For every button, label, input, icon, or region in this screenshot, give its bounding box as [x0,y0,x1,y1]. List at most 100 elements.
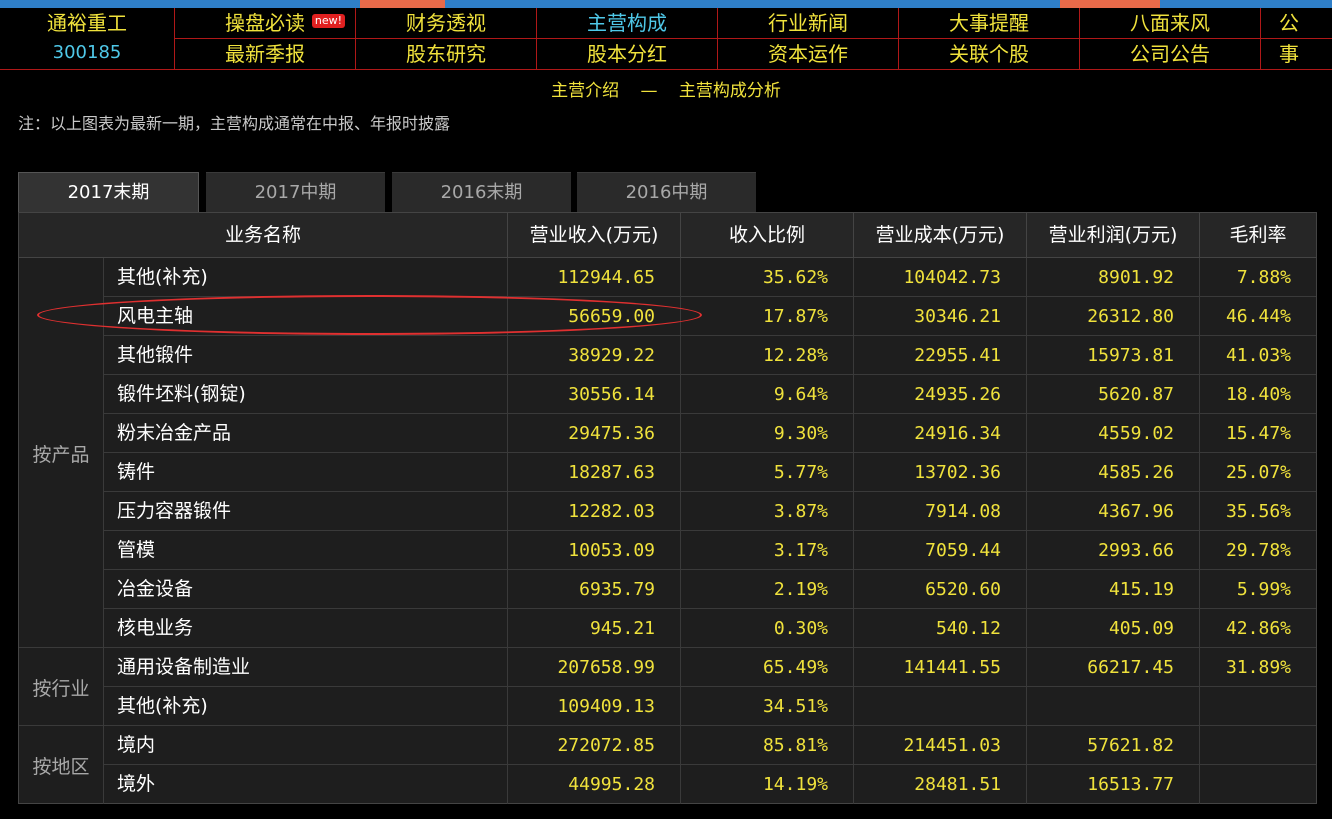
nav-item-hangye[interactable]: 行业新闻 [718,8,899,39]
stock-name: 通裕重工 [47,11,127,35]
nav-item-bamian[interactable]: 八面来风 [1080,8,1261,39]
value-cell: 7.88% [1236,267,1291,288]
nav-row-1: 操盘必读 new! 财务透视 主营构成 行业新闻 大事提醒 八面来风 公 [175,8,1332,39]
value-cell: 28481.51 [854,765,1027,804]
value-cell: 945.21 [508,609,681,648]
tab-2017-interim[interactable]: 2017中期 [206,172,385,212]
value-cell: 85.81% [681,726,854,765]
value-cell: 15.47% [1225,423,1291,444]
nav-item-gonggao[interactable]: 公司公告 [1080,39,1261,70]
value-cell: 4559.02 [1027,414,1200,453]
row-group: 按地区 境内 272072.85 85.81% 214451.03 57621.82 境外 4… [19,726,1316,804]
table-row: 压力容器锻件 12282.03 3.87% 7914.08 4367.96 35.56% [104,492,1316,531]
value-cell: 35.62% [681,258,854,297]
value-cell: 26312.80 [1027,297,1200,336]
value-cell: 17.87% [681,297,854,336]
header-revenue-ratio: 收入比例 [681,213,854,258]
subtitle-analysis-link[interactable]: 主营构成分析 [679,81,781,101]
new-badge: new! [311,14,345,28]
table-row: 粉末冶金产品 29475.36 9.30% 24916.34 4559.02 15.47% [104,414,1316,453]
nav-item-caiwu[interactable]: 财务透视 [356,8,537,39]
group-label: 按行业 [19,648,104,726]
value-cell: 4585.26 [1027,453,1200,492]
value-cell: 15973.81 [1027,336,1200,375]
value-cell: 24935.26 [854,375,1027,414]
value-cell: 16513.77 [1027,765,1200,804]
value-cell: 5.99% [1236,579,1291,600]
nav-item-shi[interactable]: 事 [1261,39,1332,70]
table-header: 业务名称 营业收入(万元) 收入比例 营业成本(万元) 营业利润(万元) 毛利率 [19,213,1316,258]
value-cell: 9.64% [681,375,854,414]
header-cost: 营业成本(万元) [854,213,1027,258]
value-cell [1200,726,1316,765]
nav-item-gong[interactable]: 公 [1261,8,1332,39]
value-cell: 112944.65 [508,258,681,297]
business-name-cell: 境内 [104,726,508,765]
nav-item-guanlian[interactable]: 关联个股 [899,39,1080,70]
group-label: 按产品 [19,258,104,648]
nav-item-zhuying[interactable]: 主营构成 [537,8,718,39]
business-name-cell: 境外 [104,765,508,804]
value-cell: 8901.92 [1027,258,1200,297]
tab-2016-interim[interactable]: 2016中期 [577,172,756,212]
value-cell: 41.03% [1225,345,1291,366]
tab-2017-final[interactable]: 2017末期 [18,172,199,212]
nav-item-ziben[interactable]: 资本运作 [718,39,899,70]
value-cell: 46.44% [1225,306,1291,327]
value-cell: 18.40% [1225,384,1291,405]
value-cell: 214451.03 [854,726,1027,765]
business-name-cell: 通用设备制造业 [104,648,508,687]
value-cell: 6935.79 [508,570,681,609]
value-cell: 0.30% [681,609,854,648]
row-group: 按产品 其他(补充) 112944.65 35.62% 104042.73 8901.92… [19,258,1316,648]
business-name-cell: 冶金设备 [104,570,508,609]
business-name-cell: 其他(补充) [104,258,508,297]
value-cell: 30346.21 [854,297,1027,336]
nav-item-dashi[interactable]: 大事提醒 [899,8,1080,39]
business-name-cell: 核电业务 [104,609,508,648]
table-row: 其他锻件 38929.22 12.28% 22955.41 15973.81 41.03% [104,336,1316,375]
business-name-cell: 铸件 [104,453,508,492]
stock-code: 300185 [52,42,122,63]
header-business-name: 业务名称 [19,213,508,258]
value-cell: 65.49% [681,648,854,687]
table-row: 境内 272072.85 85.81% 214451.03 57621.82 [104,726,1316,765]
business-name-cell: 其他锻件 [104,336,508,375]
business-name-cell: 压力容器锻件 [104,492,508,531]
value-cell: 104042.73 [854,258,1027,297]
value-cell: 34.51% [681,687,854,726]
revenue-composition-table: 业务名称 营业收入(万元) 收入比例 营业成本(万元) 营业利润(万元) 毛利率… [18,212,1317,804]
header-nav: 通裕重工 300185 操盘必读 new! 财务透视 主营构成 行业新闻 大事提… [0,8,1332,70]
nav-item-gudong[interactable]: 股东研究 [356,39,537,70]
value-cell: 7059.44 [854,531,1027,570]
table-row: 核电业务 945.21 0.30% 540.12 405.09 42.86% [104,609,1316,648]
value-cell: 141441.55 [854,648,1027,687]
value-cell: 10053.09 [508,531,681,570]
value-cell: 5.77% [681,453,854,492]
disclosure-note: 注：以上图表为最新一期，主营构成通常在中报、年报时披露 [18,114,451,133]
business-name-cell: 管模 [104,531,508,570]
table-row: 通用设备制造业 207658.99 65.49% 141441.55 66217.45 3… [104,648,1316,687]
subtitle-intro-link[interactable]: 主营介绍 [551,81,619,101]
value-cell: 66217.45 [1027,648,1200,687]
value-cell: 22955.41 [854,336,1027,375]
nav-item-jibao[interactable]: 最新季报 [175,39,356,70]
value-cell [1200,765,1316,804]
value-cell: 29.78% [1225,540,1291,561]
table-row: 锻件坯料(钢锭) 30556.14 9.64% 24935.26 5620.87 18.4… [104,375,1316,414]
business-name-cell: 风电主轴 [104,297,508,336]
business-name-cell: 其他(补充) [104,687,508,726]
nav-item-caopan[interactable]: 操盘必读 new! [175,8,356,39]
table-row: 境外 44995.28 14.19% 28481.51 16513.77 [104,765,1316,804]
subtitle-separator: — [640,81,658,101]
value-cell: 2993.66 [1027,531,1200,570]
nav-item-guben[interactable]: 股本分红 [537,39,718,70]
value-cell: 5620.87 [1027,375,1200,414]
table-row: 风电主轴 56659.00 17.87% 30346.21 26312.80 46.44% [104,297,1316,336]
nav-row-2: 最新季报 股东研究 股本分红 资本运作 关联个股 公司公告 事 [175,39,1332,70]
header-gross-margin: 毛利率 [1229,224,1287,246]
value-cell: 415.19 [1027,570,1200,609]
section-subtitle: 主营介绍 — 主营构成分析 [0,76,1332,101]
nav-grid: 操盘必读 new! 财务透视 主营构成 行业新闻 大事提醒 八面来风 公 最新季… [175,8,1332,70]
tab-2016-final[interactable]: 2016末期 [392,172,571,212]
